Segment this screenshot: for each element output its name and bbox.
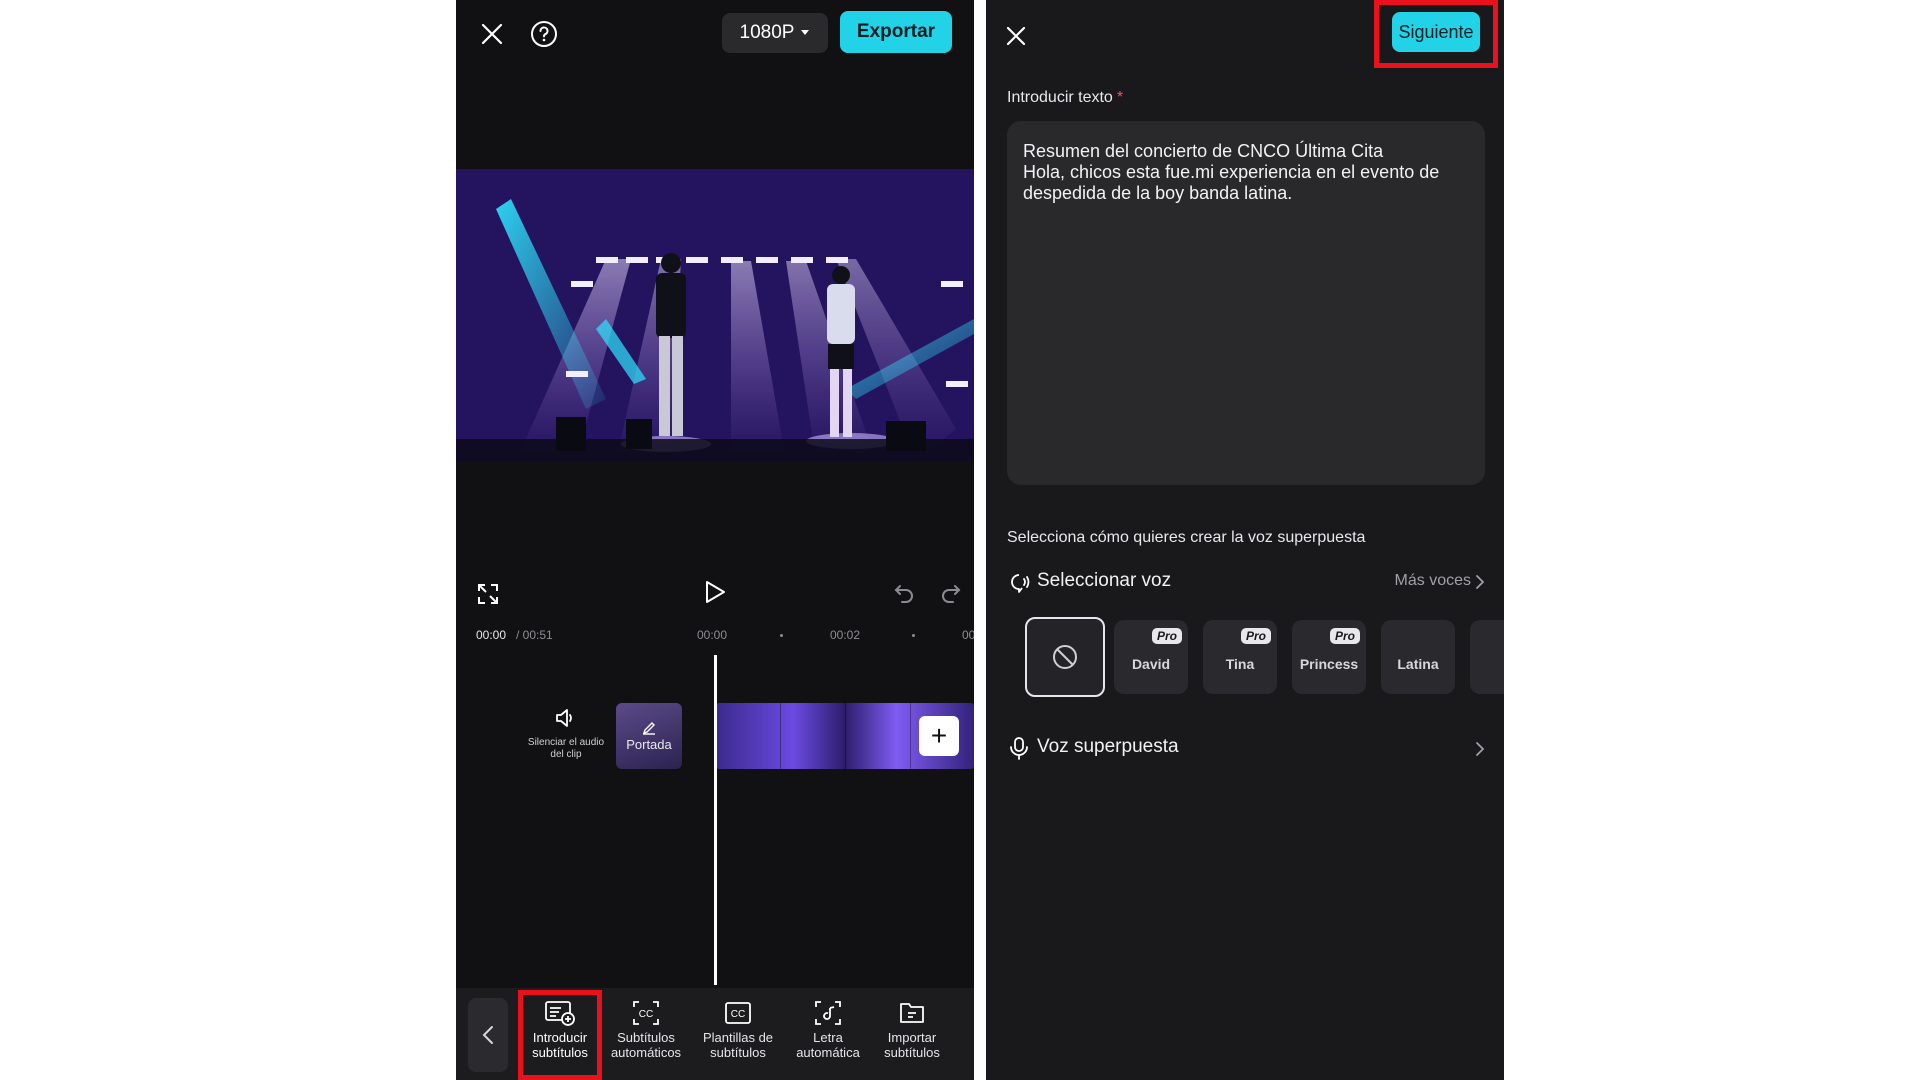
tool-label: Letra automática	[796, 1030, 860, 1060]
voice-wave-icon	[1011, 574, 1030, 593]
chevron-right-icon	[1476, 742, 1485, 756]
caption-templates-icon: CC	[725, 1002, 751, 1024]
highlight-box	[1374, 0, 1498, 68]
fullscreen-icon[interactable]	[472, 578, 504, 610]
redo-icon[interactable]	[935, 576, 967, 608]
cover-thumbnail[interactable]: Portada	[616, 703, 682, 769]
video-preview[interactable]	[456, 169, 974, 461]
voice-option-tina[interactable]: Pro Tina	[1203, 620, 1277, 694]
tool-caption-templates[interactable]: CC Plantillas de subtítulos	[696, 994, 780, 1080]
add-clip-button[interactable]: +	[919, 716, 959, 756]
help-icon[interactable]	[526, 16, 562, 52]
mute-clip-label: Silenciar el audio del clip	[527, 737, 605, 760]
current-time: 00:00	[476, 628, 507, 642]
tool-auto-captions[interactable]: CC Subtítulos automáticos	[604, 994, 688, 1080]
voice-name: Latina	[1397, 656, 1439, 672]
editor-screen: 1080P Exportar 00:00 / 00:51 00:00 00:02…	[456, 0, 974, 1080]
cover-label: Portada	[626, 736, 672, 752]
chevron-left-icon	[482, 1026, 493, 1044]
text-input-label: Introducir texto *	[1007, 89, 1123, 107]
resolution-value: 1080P	[739, 22, 795, 43]
svg-text:CC: CC	[639, 1009, 653, 1020]
text-input-area[interactable]: Resumen del concierto de CNCO Última Cit…	[1007, 121, 1485, 485]
speaker-icon	[556, 709, 572, 727]
voice-option-latina[interactable]: Latina	[1381, 620, 1455, 694]
voice-option-partial[interactable]	[1470, 620, 1504, 694]
select-voice-row[interactable]: Seleccionar voz Más voces	[1007, 568, 1485, 598]
text-to-speech-screen: Siguiente Introducir texto * Resumen del …	[986, 0, 1504, 1080]
total-time: / 00:51	[516, 628, 553, 642]
voice-overlay-row[interactable]: Voz superpuesta	[1007, 733, 1485, 763]
tool-label: Subtítulos automáticos	[610, 1030, 682, 1060]
playhead[interactable]	[714, 655, 717, 985]
svg-text:CC: CC	[731, 1009, 745, 1020]
none-icon	[1053, 645, 1077, 669]
undo-icon[interactable]	[888, 576, 920, 608]
toolbar-back-button[interactable]	[468, 998, 508, 1072]
auto-lyrics-icon	[815, 1001, 841, 1025]
voice-name: Princess	[1299, 656, 1359, 672]
pro-badge: Pro	[1329, 628, 1360, 644]
clip-frame-divider	[910, 703, 911, 769]
ruler-tick: 00:02	[830, 628, 861, 642]
play-icon[interactable]	[697, 574, 733, 610]
tool-label: Plantillas de subtítulos	[702, 1030, 774, 1060]
voice-none-option[interactable]	[1025, 617, 1105, 697]
ruler-tick: 00	[962, 628, 974, 642]
clip-frame-divider	[780, 703, 781, 769]
text-input-label-text: Introducir texto	[1007, 89, 1113, 106]
resolution-dropdown[interactable]: 1080P	[722, 13, 828, 53]
auto-captions-icon: CC	[633, 1001, 659, 1025]
select-voice-label: Seleccionar voz	[1037, 570, 1172, 591]
tool-label: Importar subtítulos	[884, 1030, 940, 1060]
edit-pencil-icon	[642, 721, 655, 735]
ruler-tick: 00:00	[697, 628, 728, 642]
captions-toolbar: Introducir subtítulos CC Subtítulos auto…	[456, 988, 974, 1080]
pro-badge: Pro	[1151, 628, 1182, 644]
voice-name: David	[1131, 656, 1171, 672]
mute-clip-audio-button[interactable]: Silenciar el audio del clip	[524, 708, 608, 761]
tool-import-captions[interactable]: Importar subtítulos	[870, 994, 954, 1080]
voice-select-prompt: Selecciona cómo quieres crear la voz sup…	[1007, 529, 1366, 546]
text-input-value: Resumen del concierto de CNCO Última Cit…	[1023, 141, 1440, 203]
tool-auto-lyrics[interactable]: Letra automática	[786, 994, 870, 1080]
ruler-dot	[912, 634, 915, 637]
clip-frame-divider	[845, 703, 846, 769]
ruler-dot	[780, 634, 783, 637]
chevron-down-icon	[801, 30, 810, 35]
microphone-icon	[1010, 737, 1028, 760]
chevron-right-icon	[1476, 575, 1485, 589]
voice-overlay-label: Voz superpuesta	[1037, 736, 1179, 757]
highlight-box	[518, 990, 602, 1080]
voice-name: Tina	[1225, 656, 1255, 672]
required-mark: *	[1116, 89, 1124, 106]
pro-badge: Pro	[1240, 628, 1271, 644]
import-captions-icon	[900, 1003, 924, 1023]
concert-stage-image	[456, 169, 974, 461]
close-icon[interactable]	[1000, 20, 1032, 52]
more-voices-link[interactable]: Más voces	[1395, 572, 1471, 590]
voice-option-princess[interactable]: Pro Princess	[1292, 620, 1366, 694]
close-icon[interactable]	[474, 16, 510, 52]
voice-option-david[interactable]: Pro David	[1114, 620, 1188, 694]
export-button[interactable]: Exportar	[840, 11, 952, 53]
